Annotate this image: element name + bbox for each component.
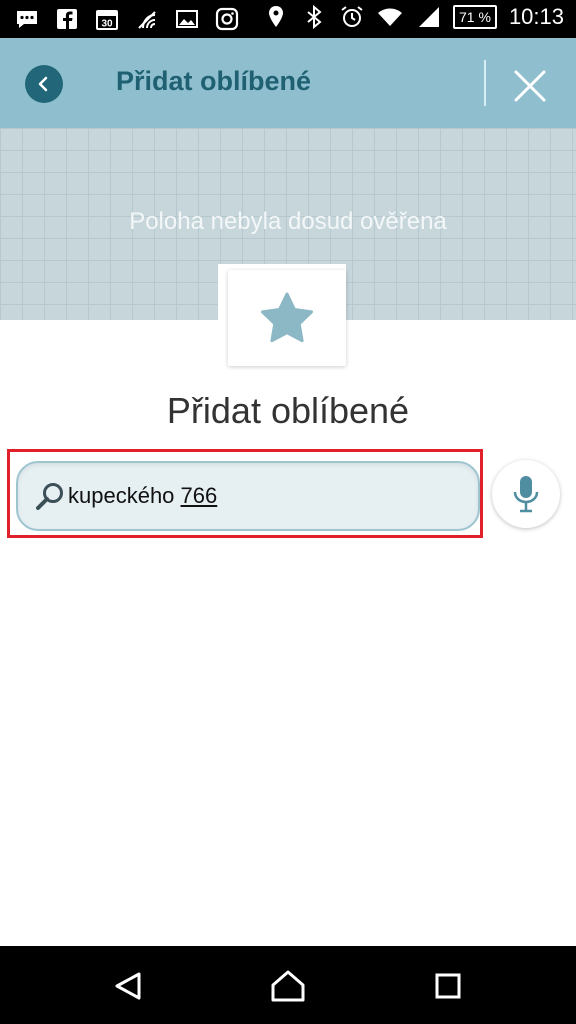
battery-indicator: 71 % <box>453 5 497 29</box>
home-icon <box>271 970 305 1002</box>
signal-icon <box>415 4 441 30</box>
chat-icon <box>14 6 40 32</box>
favorite-card <box>228 270 346 366</box>
nav-home-button[interactable] <box>266 964 310 1008</box>
status-bar: 30 71 % 10:13 <box>0 0 576 38</box>
search-input[interactable]: kupeckého 766 <box>16 461 480 531</box>
close-icon <box>514 70 546 102</box>
app-bar: Přidat oblíbené <box>0 38 576 128</box>
back-triangle-icon <box>115 972 141 1000</box>
gallery-icon <box>174 6 200 32</box>
recent-apps-icon <box>435 973 461 999</box>
close-button[interactable] <box>510 66 550 106</box>
divider <box>484 60 486 106</box>
calendar-day: 30 <box>101 19 113 30</box>
microphone-icon <box>513 476 539 513</box>
star-icon <box>261 292 313 343</box>
nav-back-button[interactable] <box>106 964 150 1008</box>
location-icon <box>263 4 289 30</box>
instagram-icon <box>214 6 240 32</box>
location-status-text: Poloha nebyla dosud ověřena <box>129 208 447 235</box>
page-title: Přidat oblíbené <box>116 66 312 96</box>
calendar-icon: 30 <box>94 6 120 32</box>
facebook-icon <box>54 6 80 32</box>
voice-search-button[interactable] <box>492 460 560 528</box>
search-icon <box>36 483 63 510</box>
section-heading: Přidat oblíbené <box>166 390 410 431</box>
nfc-icon <box>134 6 160 32</box>
bluetooth-icon <box>301 4 327 30</box>
search-value: kupeckého 766 <box>68 483 218 508</box>
navigation-bar <box>0 946 576 1024</box>
nav-recent-apps-button[interactable] <box>426 964 470 1008</box>
alarm-icon <box>339 4 365 30</box>
clock: 10:13 <box>508 4 564 29</box>
wifi-icon <box>377 4 403 30</box>
chevron-left-icon <box>38 76 48 92</box>
back-button[interactable] <box>25 65 63 103</box>
